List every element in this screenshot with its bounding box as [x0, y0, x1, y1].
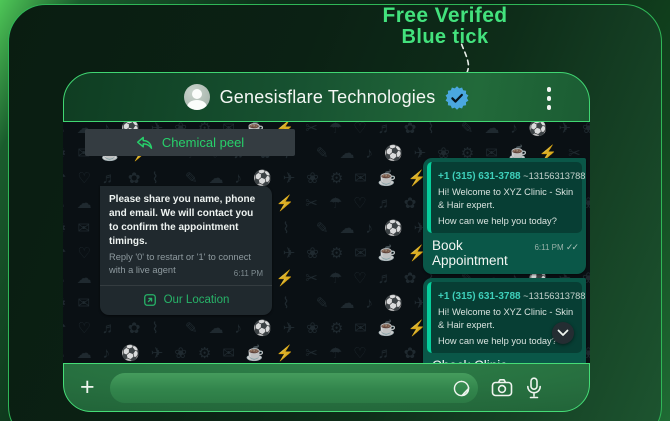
camera-icon[interactable] [491, 378, 513, 397]
quoted-question: How can we help you today? [438, 215, 575, 228]
quoted-sender-id: ~13156313788 [521, 291, 586, 301]
whatsapp-chat-window: Genesisflare Technologies ✎☁♪⚽✈❀⚙✉☕⚡✂☂♡♬… [63, 72, 590, 412]
quoted-sender-number: +1 (315) 631-3788 [438, 171, 521, 182]
message-timestamp: 6:11 PM [534, 243, 563, 252]
quoted-sender-id: ~13156313788 [521, 171, 586, 181]
avatar[interactable] [184, 84, 210, 110]
contact-name: Genesisflare Technologies [220, 87, 436, 108]
outgoing-message-bubble: +1 (315) 631-3788 ~13156313788 Hi! Welco… [423, 278, 586, 363]
quick-reply-book-appointment[interactable]: Book Appointment [432, 238, 534, 268]
outgoing-message-bubble: +1 (315) 631-3788 ~13156313788 Hi! Welco… [423, 158, 586, 274]
double-check-icon: ✓✓ [566, 242, 577, 252]
chat-body: ✎☁♪⚽✈❀⚙✉☕⚡✂☂♡♬✿⌇ ✎☁♪⚽✈❀⚙✉☕⚡✂☂♡♬✿⌇ ✎☁♪⚽✈❀… [63, 122, 590, 363]
incoming-message-text: Please share you name, phone and email. … [109, 193, 263, 249]
message-options-button[interactable] [552, 322, 574, 344]
message-input[interactable] [110, 373, 478, 403]
context-chip-label: Chemical peel [162, 135, 244, 150]
kebab-menu-icon[interactable] [547, 87, 552, 110]
attach-plus-icon[interactable]: + [78, 375, 97, 400]
mic-icon[interactable] [526, 377, 542, 399]
avatar-person-icon [192, 89, 202, 99]
message-composer: + [63, 363, 590, 412]
quoted-sender-number: +1 (315) 631-3788 [438, 291, 521, 302]
context-chip-chemical-peel[interactable]: Chemical peel [85, 129, 295, 156]
quoted-text: Hi! Welcome to XYZ Clinic - Skin & Hair … [438, 186, 575, 212]
sticker-icon[interactable] [452, 379, 471, 403]
chevron-down-icon [557, 329, 569, 337]
verified-seal-icon [445, 86, 469, 110]
promo-line-1: Free Verifed [345, 5, 545, 27]
message-timestamp: 6:11 PM [234, 269, 263, 278]
promo-canvas: Free Verifed Blue tick Genesisflare Tech… [0, 0, 670, 421]
external-link-icon [143, 293, 157, 307]
incoming-message-bubble: Please share you name, phone and email. … [100, 186, 272, 315]
chat-header: Genesisflare Technologies [63, 72, 590, 122]
quoted-message: +1 (315) 631-3788 ~13156313788 Hi! Welco… [427, 162, 582, 233]
reply-arrow-icon [136, 136, 153, 150]
our-location-button[interactable]: Our Location [109, 286, 263, 309]
our-location-label: Our Location [164, 294, 230, 306]
